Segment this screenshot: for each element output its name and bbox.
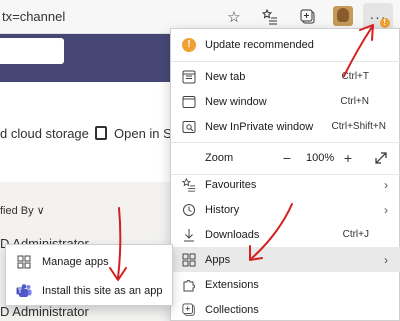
apps-submenu: Manage apps T Install this site as an ap… xyxy=(5,244,173,306)
table-row: D Administrator xyxy=(0,304,89,319)
cloud-storage-command[interactable]: d cloud storage xyxy=(0,126,89,141)
new-tab-icon xyxy=(181,69,197,85)
menu-item-collections[interactable]: Collections xyxy=(171,297,400,321)
menu-item-zoom: Zoom − 100% + xyxy=(171,143,400,173)
menu-item-label: Favourites xyxy=(205,178,257,191)
menu-item-history[interactable]: History › xyxy=(171,197,400,222)
menu-item-label: Apps xyxy=(205,253,231,266)
shortcut-label: Ctrl+Shift+N xyxy=(331,121,386,132)
menu-item-extensions[interactable]: Extensions xyxy=(171,272,400,297)
chevron-right-icon: › xyxy=(384,252,388,267)
collections-icon[interactable] xyxy=(296,5,320,29)
menu-item-apps[interactable]: Apps › xyxy=(171,247,400,272)
address-bar[interactable]: tx=channel xyxy=(0,6,250,28)
update-warning-icon: ! xyxy=(181,37,197,53)
settings-more-button[interactable]: ··· ! xyxy=(363,3,393,31)
menu-item-update[interactable]: ! Update recommended xyxy=(171,32,400,57)
svg-text:T: T xyxy=(18,289,22,295)
menu-item-label: Extensions xyxy=(205,278,259,291)
modified-by-column-header[interactable]: fied By ∨ xyxy=(0,204,45,217)
inprivate-icon xyxy=(181,119,197,135)
chevron-right-icon: › xyxy=(384,202,388,217)
shortcut-label: Ctrl+J xyxy=(342,229,369,240)
menu-divider xyxy=(171,61,400,62)
history-icon xyxy=(181,202,197,218)
submenu-item-manage-apps[interactable]: Manage apps xyxy=(6,247,172,276)
shortcut-label: Ctrl+T xyxy=(341,71,370,82)
favorite-star-icon[interactable]: ☆ xyxy=(222,5,246,29)
zoom-out-button[interactable]: − xyxy=(277,148,297,168)
submenu-item-label: Install this site as an app xyxy=(42,284,163,297)
collections-icon xyxy=(181,302,197,318)
favorites-list-icon[interactable] xyxy=(258,5,282,29)
zoom-label: Zoom xyxy=(205,152,234,164)
teams-icon: T xyxy=(16,283,32,299)
extension-avatar-icon[interactable] xyxy=(333,6,353,26)
zoom-level: 100% xyxy=(306,152,335,164)
new-window-icon xyxy=(181,94,197,110)
chevron-right-icon: › xyxy=(384,177,388,192)
page-search-box[interactable] xyxy=(0,38,64,64)
menu-item-label: New window xyxy=(205,95,267,108)
menu-item-label: Update recommended xyxy=(205,38,314,51)
download-icon xyxy=(181,227,197,243)
menu-item-favourites[interactable]: Favourites › xyxy=(171,172,400,197)
apps-grid-icon xyxy=(16,254,32,270)
puzzle-piece-icon xyxy=(181,277,197,293)
zoom-in-button[interactable]: + xyxy=(338,148,358,168)
update-badge-icon: ! xyxy=(380,18,390,28)
settings-menu: ! Update recommended New tab Ctrl+T New … xyxy=(170,28,400,321)
submenu-item-label: Manage apps xyxy=(42,255,109,268)
menu-item-inprivate-window[interactable]: New InPrivate window Ctrl+Shift+N xyxy=(171,114,400,139)
fullscreen-icon[interactable] xyxy=(371,148,391,168)
menu-item-label: Downloads xyxy=(205,228,260,241)
menu-item-label: Collections xyxy=(205,303,259,316)
menu-item-label: History xyxy=(205,203,240,216)
menu-item-downloads[interactable]: Downloads Ctrl+J xyxy=(171,222,400,247)
submenu-item-install-site[interactable]: T Install this site as an app xyxy=(6,276,172,305)
apps-grid-icon xyxy=(181,252,197,268)
menu-item-new-tab[interactable]: New tab Ctrl+T xyxy=(171,64,400,89)
menu-item-new-window[interactable]: New window Ctrl+N xyxy=(171,89,400,114)
shortcut-label: Ctrl+N xyxy=(340,96,369,107)
sharepoint-icon xyxy=(95,126,107,140)
favourites-icon xyxy=(181,177,197,193)
menu-item-label: New InPrivate window xyxy=(205,120,314,133)
menu-item-label: New tab xyxy=(205,70,246,83)
